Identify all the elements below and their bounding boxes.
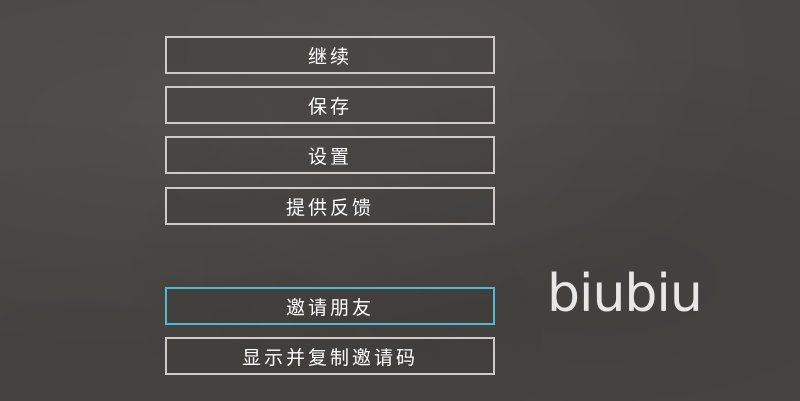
feedback-label: 提供反馈 [285,196,374,219]
settings-label: 设置 [307,145,352,168]
invite-friends-label: 邀请朋友 [285,296,374,319]
continue-button[interactable]: 继续 [165,36,495,74]
show-copy-invite-code-button[interactable]: 显示并复制邀请码 [165,337,495,375]
continue-label: 继续 [307,45,352,68]
feedback-button[interactable]: 提供反馈 [165,187,495,225]
invite-friends-button[interactable]: 邀请朋友 [165,287,495,325]
show-copy-invite-code-label: 显示并复制邀请码 [241,346,418,369]
settings-button[interactable]: 设置 [165,136,495,174]
save-label: 保存 [307,95,352,118]
save-button[interactable]: 保存 [165,86,495,124]
biubiu-logo: biubiu [547,264,703,324]
